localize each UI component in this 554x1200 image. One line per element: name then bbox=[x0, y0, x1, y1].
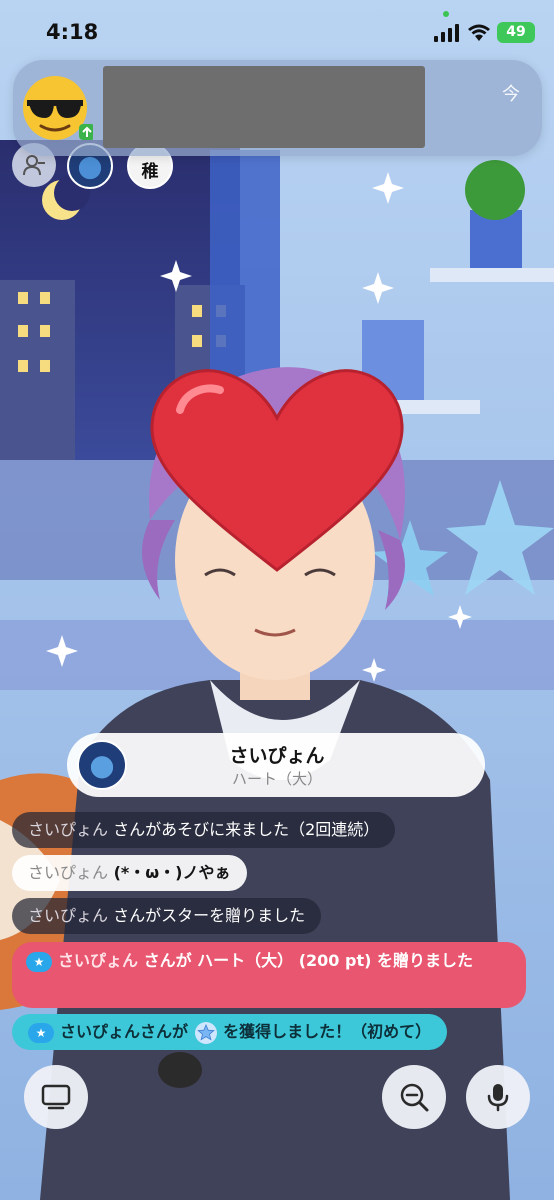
star-badge-icon: ★ bbox=[26, 951, 52, 972]
cellular-signal-icon bbox=[434, 24, 459, 42]
zoom-out-icon bbox=[400, 1083, 429, 1112]
star-badge-icon: ★ bbox=[28, 1022, 54, 1043]
chat-message: さいぴょん さんがあそびに来ました（2回連続） bbox=[12, 812, 396, 848]
layout-toggle-button[interactable] bbox=[24, 1065, 88, 1129]
status-time: 4:18 bbox=[46, 20, 99, 44]
chat-username[interactable]: さいぴょん bbox=[28, 863, 108, 882]
chat-username[interactable]: さいぴょん bbox=[28, 820, 108, 839]
microphone-icon bbox=[487, 1084, 509, 1112]
screen-icon bbox=[41, 1084, 71, 1110]
camera-indicator-dot bbox=[443, 11, 449, 17]
chat-text: さんが ハート（大） (200 pt) を贈りました bbox=[138, 951, 473, 970]
chat-text: (*・ω・)ノやぁ bbox=[108, 863, 231, 882]
chat-text: さんがあそびに来ました（2回連続） bbox=[108, 820, 380, 839]
chat-message: さいぴょん (*・ω・)ノやぁ bbox=[12, 855, 247, 891]
zoom-out-button[interactable] bbox=[382, 1065, 446, 1129]
battery-indicator: 49 bbox=[497, 22, 535, 43]
chat-text: を獲得しました！（初めて） bbox=[223, 1022, 432, 1041]
achievement-chat-message: ★ さいぴょんさんが を獲得しました！（初めて） bbox=[12, 1014, 448, 1050]
microphone-button[interactable] bbox=[466, 1065, 530, 1129]
status-bar: 4:18 49 bbox=[0, 0, 554, 58]
chat-text: さんがスターを贈りました bbox=[108, 906, 306, 925]
gift-sender-name: さいぴょん bbox=[229, 745, 325, 767]
chat-message: さいぴょん さんがスターを贈りました bbox=[12, 898, 322, 934]
star-medal-icon bbox=[194, 1021, 217, 1044]
redacted-notification-content bbox=[103, 66, 425, 148]
gift-notice-card: さいぴょん ハート（大） bbox=[67, 733, 485, 797]
notification-time: 今 bbox=[502, 84, 520, 105]
battery-level: 49 bbox=[506, 24, 526, 40]
sunglasses-emoji-icon bbox=[23, 76, 93, 140]
gift-sender-avatar[interactable] bbox=[77, 740, 127, 790]
viewer-avatar-text: 稚 bbox=[141, 162, 159, 182]
chat-text: さいぴょんさんが bbox=[60, 1022, 189, 1041]
chat-username[interactable]: さいぴょん bbox=[58, 951, 138, 970]
gift-item-name: ハート（大） bbox=[231, 770, 322, 788]
gift-chat-message: ★ さいぴょん さんが ハート（大） (200 pt) を贈りました bbox=[12, 942, 526, 1008]
chat-username[interactable]: さいぴょん bbox=[28, 906, 108, 925]
person-icon bbox=[23, 155, 45, 176]
wifi-icon bbox=[468, 24, 490, 41]
notification-banner[interactable]: 今 bbox=[13, 60, 542, 156]
